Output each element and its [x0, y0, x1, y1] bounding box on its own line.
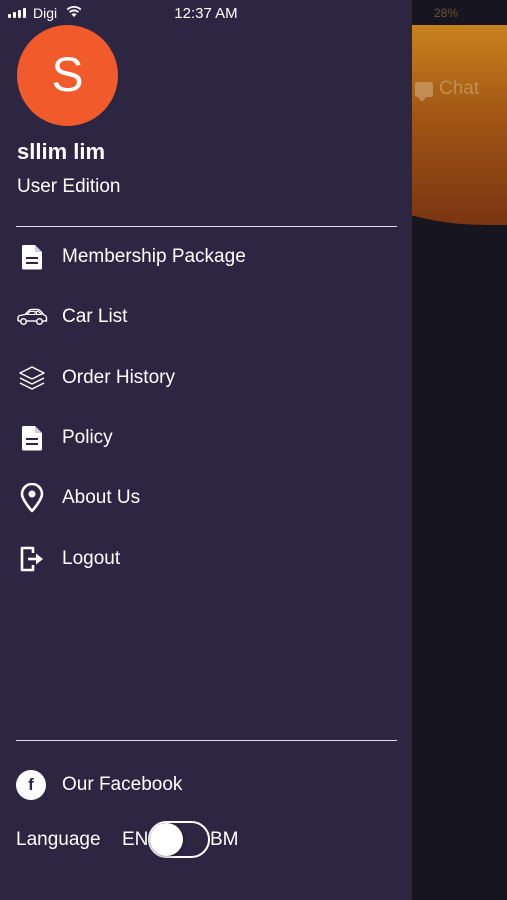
- background-chat-label: Chat: [439, 78, 480, 99]
- menu-item-label: Order History: [62, 367, 175, 388]
- menu-item-logout[interactable]: Logout: [0, 534, 412, 584]
- facebook-icon: f: [16, 770, 46, 800]
- toggle-knob[interactable]: [150, 823, 183, 856]
- language-option-en: EN: [122, 829, 149, 850]
- user-name: sllim lim: [17, 139, 106, 164]
- language-option-bm: BM: [210, 829, 239, 850]
- avatar[interactable]: S: [17, 25, 118, 126]
- chat-icon: [415, 81, 433, 102]
- menu-item-about-us[interactable]: About Us: [0, 473, 412, 523]
- status-bar: Digi 12:37 AM: [0, 0, 412, 28]
- navigation-drawer: Digi 12:37 AM S sllim lim User Edition M…: [0, 0, 412, 900]
- menu-item-label: Logout: [62, 548, 121, 569]
- user-edition: User Edition: [17, 176, 121, 197]
- background-chat-button[interactable]: Chat: [415, 78, 480, 102]
- language-toggle[interactable]: [148, 821, 210, 858]
- location-pin-icon: [16, 482, 48, 514]
- document-icon: [16, 422, 48, 454]
- menu-item-policy[interactable]: Policy: [0, 413, 412, 463]
- language-row: Language EN BM: [0, 820, 412, 860]
- menu-item-label: Policy: [62, 427, 113, 448]
- document-icon: [16, 241, 48, 273]
- facebook-label: Our Facebook: [62, 774, 183, 795]
- avatar-initial: S: [51, 49, 84, 102]
- menu-item-car-list[interactable]: Car List: [0, 292, 412, 342]
- menu-item-label: Car List: [62, 306, 128, 327]
- layers-icon: [16, 362, 48, 394]
- divider: [16, 740, 397, 741]
- divider: [16, 226, 397, 227]
- language-label: Language: [16, 829, 101, 850]
- menu-item-membership-package[interactable]: Membership Package: [0, 232, 412, 282]
- facebook-link[interactable]: f Our Facebook: [0, 762, 412, 808]
- logout-icon: [16, 543, 48, 575]
- menu-item-order-history[interactable]: Order History: [0, 353, 412, 403]
- menu-item-label: Membership Package: [62, 246, 246, 267]
- menu-item-label: About Us: [62, 487, 141, 508]
- status-time: 12:37 AM: [174, 5, 238, 22]
- battery-indicator: 28%: [434, 6, 459, 20]
- car-icon: [16, 301, 48, 333]
